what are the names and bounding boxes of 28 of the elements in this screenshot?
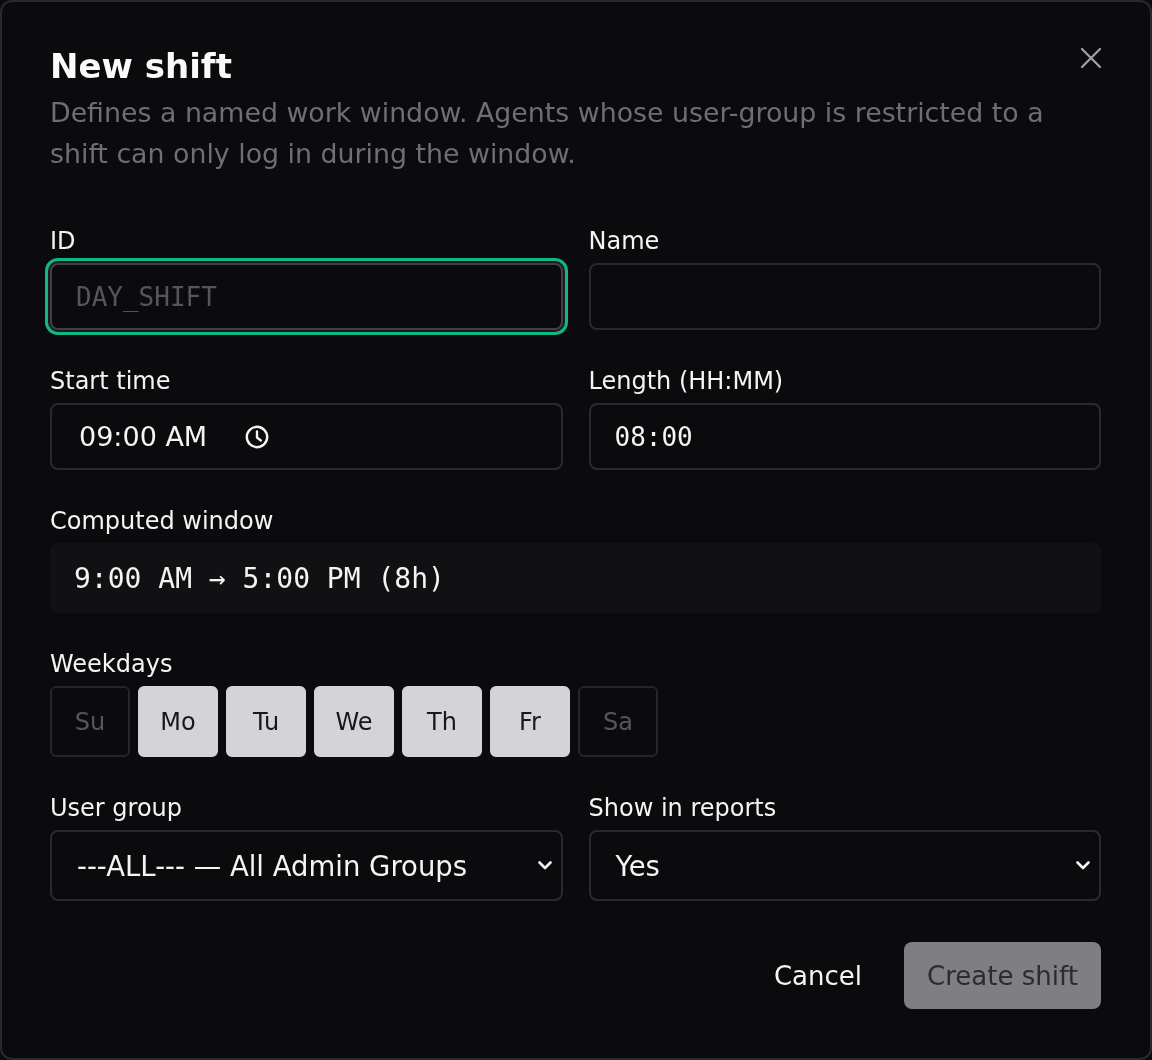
dialog-title: New shift [50,45,232,88]
reports-select[interactable]: Yes [588,830,1101,901]
name-input[interactable] [588,263,1101,330]
weekday-toggle[interactable]: Fr [490,686,570,757]
user-group-select[interactable]: ---ALL--- — All Admin Groups [50,830,563,901]
dialog-description: Defines a named work window. Agents whose user-group is restricted to a shift can only log in during the window. [50,96,1045,171]
id-input[interactable]: DAY_SHIFT [50,263,563,330]
computed-window-readout: 9:00 AM → 5:00 PM (8h) [50,543,1101,613]
weekday-toggle[interactable]: Mo [138,686,218,757]
chevron-down-icon [537,861,552,870]
field-label: Computed window [50,507,275,535]
clock-icon[interactable] [245,424,270,449]
field-label: User group [50,794,184,822]
cancel-button[interactable]: Cancel [751,942,884,1009]
close-button[interactable] [1081,48,1101,68]
field-label: Start time [50,367,172,395]
weekday-toggle[interactable]: We [314,686,394,757]
field-label: Show in reports [588,794,778,822]
weekday-toggle[interactable]: Th [402,686,482,757]
close-icon [1081,48,1101,68]
weekday-toggle[interactable]: Tu [226,686,306,757]
chevron-down-icon [1076,861,1090,870]
time-input[interactable]: 09:00 AM [50,403,563,470]
field-label: Name [588,227,661,255]
field-label: Weekdays [50,650,174,678]
field-label: Length (HH:MM) [588,367,785,395]
field-label: ID [50,227,77,255]
length-input[interactable]: 08:00 [588,403,1101,470]
